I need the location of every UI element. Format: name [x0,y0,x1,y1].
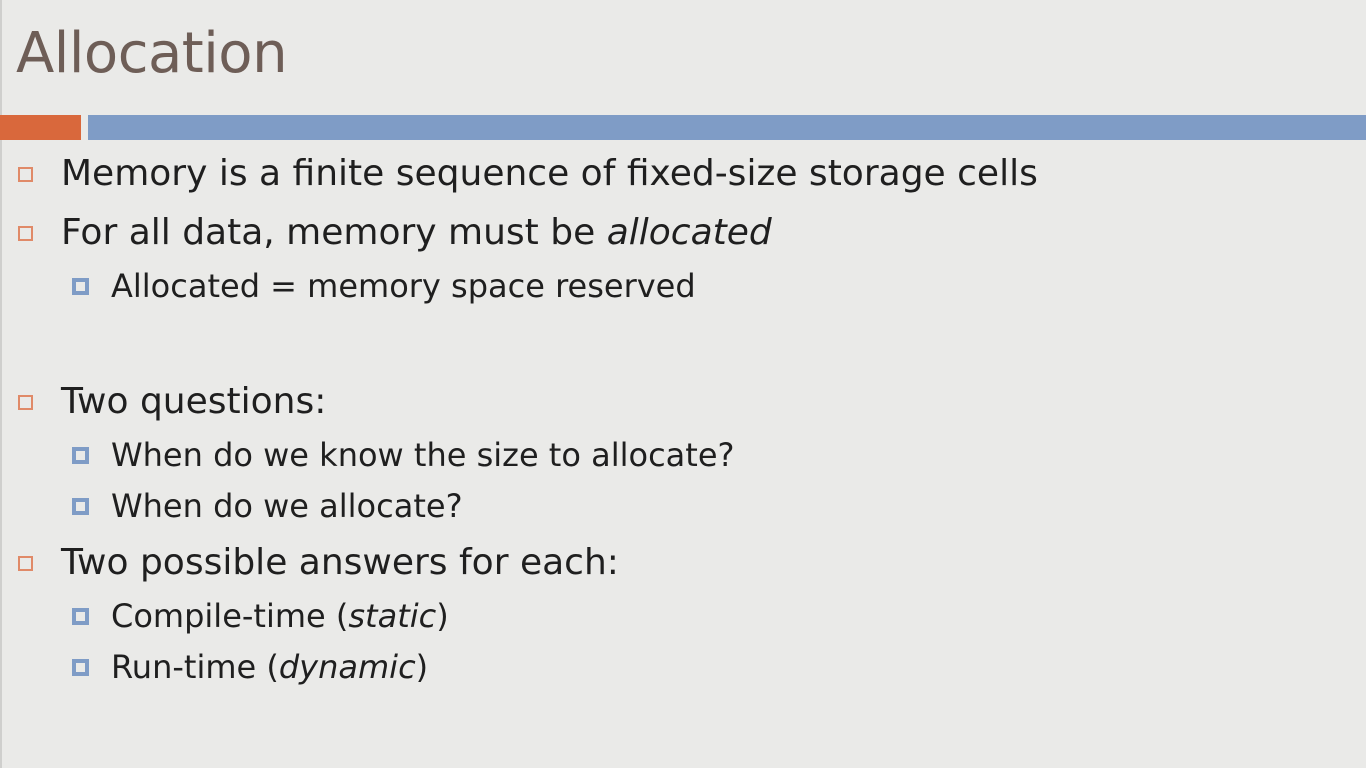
hollow-square-bullet-icon [18,225,33,241]
sub-bullet-text-italic: dynamic [278,648,416,686]
bullet-level1: Two questions: [18,384,326,420]
bullet-level1: For all data, memory must be allocated [18,215,772,251]
slide-title: Allocation [16,21,288,86]
hollow-square-bullet-icon [18,166,33,182]
sub-bullet-text-italic: static [348,597,437,635]
framed-square-bullet-icon [72,607,89,625]
bullet-text: Two possible answers for each: [61,542,619,583]
bullet-text-prefix: For all data, memory must be [61,212,607,253]
sub-bullet-text-prefix: Compile-time ( [111,597,349,635]
title-rule-blue [88,115,1366,140]
framed-square-bullet-icon [72,446,89,464]
sub-bullet-text-suffix: ) [415,648,429,686]
sub-bullet-text: Allocated = memory space reserved [111,267,696,305]
bullet-text-italic: allocated [606,212,772,253]
sub-bullet-text: When do we know the size to allocate? [111,436,735,474]
sub-bullet-text-prefix: Run-time ( [111,648,279,686]
bullet-level2: When do we allocate? [72,490,463,522]
bullet-level1: Two possible answers for each: [18,545,619,581]
bullet-text: Two questions: [61,381,327,422]
bullet-level2: Compile-time ( static ) [72,600,449,632]
sub-bullet-text: When do we allocate? [111,487,463,525]
bullet-text: Memory is a finite sequence of fixed-siz… [61,153,1038,194]
title-rule-orange [0,115,81,140]
bullet-level2: Allocated = memory space reserved [72,270,696,302]
slide: Allocation Memory is a finite sequence o… [0,0,1366,768]
sub-bullet-text-suffix: ) [436,597,449,635]
bullet-level2: When do we know the size to allocate? [72,439,734,471]
hollow-square-bullet-icon [18,555,33,571]
bullet-level1: Memory is a finite sequence of fixed-siz… [18,156,1038,192]
bullet-level2: Run-time ( dynamic ) [72,651,428,683]
framed-square-bullet-icon [72,277,89,295]
framed-square-bullet-icon [72,658,89,676]
hollow-square-bullet-icon [18,394,33,410]
framed-square-bullet-icon [72,497,89,515]
